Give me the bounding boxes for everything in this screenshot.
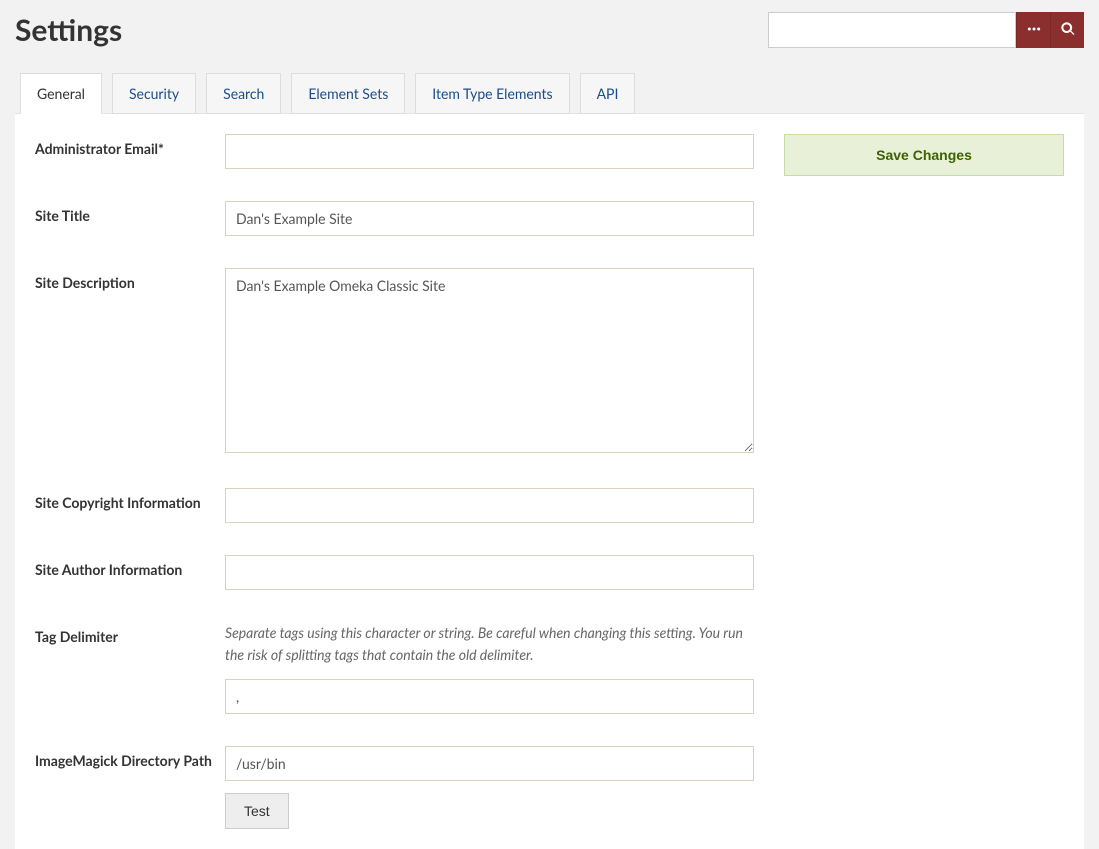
tab-security[interactable]: Security bbox=[112, 73, 196, 114]
input-site-title[interactable] bbox=[225, 201, 754, 236]
textarea-site-description[interactable]: Dan's Example Omeka Classic Site bbox=[225, 268, 754, 453]
save-changes-button[interactable]: Save Changes bbox=[784, 134, 1064, 176]
ellipsis-icon bbox=[1026, 21, 1042, 40]
label-tag-delimiter: Tag Delimiter bbox=[35, 622, 225, 645]
search-icon bbox=[1060, 21, 1076, 40]
label-site-title: Site Title bbox=[35, 201, 225, 224]
tab-item-type-elements[interactable]: Item Type Elements bbox=[415, 73, 569, 114]
label-admin-email: Administrator Email* bbox=[35, 134, 225, 157]
tab-element-sets[interactable]: Element Sets bbox=[291, 73, 405, 114]
tab-search[interactable]: Search bbox=[206, 73, 281, 114]
input-site-author[interactable] bbox=[225, 555, 754, 590]
explanation-tag-delimiter: Separate tags using this character or st… bbox=[225, 622, 754, 665]
input-imagemagick[interactable] bbox=[225, 746, 754, 781]
input-admin-email[interactable] bbox=[225, 134, 754, 169]
search-options-button[interactable] bbox=[1016, 12, 1050, 48]
search-input[interactable] bbox=[768, 12, 1016, 48]
input-site-copyright[interactable] bbox=[225, 488, 754, 523]
save-panel: Save Changes bbox=[784, 134, 1064, 829]
settings-form: Administrator Email* Site Title Site Des… bbox=[35, 134, 754, 829]
label-site-author: Site Author Information bbox=[35, 555, 225, 578]
tab-api[interactable]: API bbox=[580, 73, 636, 114]
page-title: Settings bbox=[15, 12, 122, 48]
label-imagemagick: ImageMagick Directory Path bbox=[35, 746, 225, 769]
label-site-copyright: Site Copyright Information bbox=[35, 488, 225, 511]
test-button[interactable]: Test bbox=[225, 793, 289, 829]
search-bar bbox=[768, 12, 1084, 48]
settings-tabs: General Security Search Element Sets Ite… bbox=[15, 72, 1084, 113]
label-site-description: Site Description bbox=[35, 268, 225, 291]
tab-general[interactable]: General bbox=[20, 73, 102, 114]
search-submit-button[interactable] bbox=[1050, 12, 1084, 48]
input-tag-delimiter[interactable] bbox=[225, 679, 754, 714]
